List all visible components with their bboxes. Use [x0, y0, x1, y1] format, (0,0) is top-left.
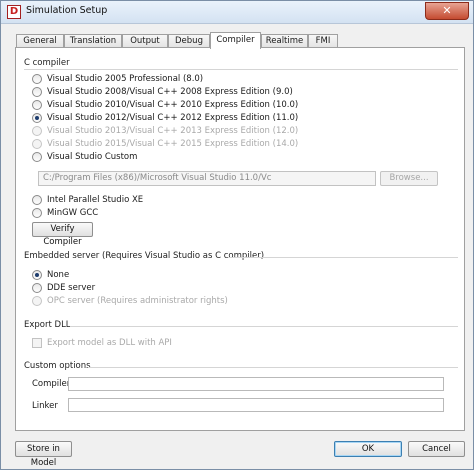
- compiler-tab-panel: C compiler Visual Studio 2005 Profession…: [15, 47, 465, 431]
- radio-label: Visual Studio 2013/Visual C++ 2013 Expre…: [47, 126, 299, 136]
- radio-vs-custom[interactable]: Visual Studio Custom: [32, 151, 137, 163]
- radio-button[interactable]: [32, 283, 42, 293]
- compiler-field-label: Compiler: [32, 379, 71, 389]
- radio-vs2010[interactable]: Visual Studio 2010/Visual C++ 2010 Expre…: [32, 99, 298, 111]
- radio-label: Intel Parallel Studio XE: [47, 195, 144, 205]
- tab-general[interactable]: General: [16, 34, 64, 48]
- linker-options-input[interactable]: [68, 398, 444, 412]
- section-divider: [88, 367, 458, 368]
- radio-dde-server[interactable]: DDE server: [32, 282, 95, 294]
- section-divider: [228, 257, 458, 258]
- dymola-app-icon: D: [7, 5, 21, 19]
- radio-label: Visual Studio Custom: [47, 152, 138, 162]
- radio-server-none[interactable]: None: [32, 269, 69, 281]
- radio-vs2008[interactable]: Visual Studio 2008/Visual C++ 2008 Expre…: [32, 86, 293, 98]
- close-button[interactable]: ✕: [425, 2, 469, 20]
- tab-realtime[interactable]: Realtime: [261, 34, 308, 48]
- radio-label: Visual Studio 2010/Visual C++ 2010 Expre…: [47, 100, 299, 110]
- export-dll-checkbox: [32, 338, 42, 348]
- radio-label: DDE server: [47, 283, 96, 293]
- radio-button[interactable]: [32, 74, 42, 84]
- radio-button[interactable]: [32, 208, 42, 218]
- radio-intel-xe[interactable]: Intel Parallel Studio XE: [32, 194, 143, 206]
- export-dll-checkbox-row: Export model as DLL with API: [32, 338, 172, 348]
- radio-opc-server: OPC server (Requires administrator right…: [32, 295, 228, 307]
- verify-compiler-button[interactable]: Verify Compiler: [32, 222, 93, 247]
- browse-button: Browse...: [380, 171, 438, 186]
- tab-translation[interactable]: Translation: [64, 34, 122, 48]
- radio-button-disabled: [32, 139, 42, 149]
- custom-options-section-title: Custom options: [24, 361, 91, 371]
- radio-vs2012[interactable]: Visual Studio 2012/Visual C++ 2012 Expre…: [32, 112, 298, 124]
- radio-button-disabled: [32, 126, 42, 136]
- section-divider: [70, 326, 458, 327]
- radio-label: Visual Studio 2005 Professional (8.0): [47, 74, 204, 84]
- section-divider: [24, 69, 458, 70]
- radio-label: OPC server (Requires administrator right…: [47, 296, 228, 306]
- ok-button[interactable]: OK: [334, 441, 402, 457]
- cancel-button[interactable]: Cancel: [408, 441, 465, 457]
- embedded-server-section-title: Embedded server (Requires Visual Studio …: [24, 251, 265, 261]
- radio-mingw-gcc[interactable]: MinGW GCC: [32, 207, 98, 219]
- radio-button-selected[interactable]: [32, 270, 42, 280]
- radio-label: MinGW GCC: [47, 208, 99, 218]
- store-in-model-button[interactable]: Store in Model: [15, 441, 72, 468]
- window-title: Simulation Setup: [26, 5, 108, 16]
- tab-output[interactable]: Output: [122, 34, 168, 48]
- export-dll-section-title: Export DLL: [24, 320, 71, 330]
- c-compiler-section-title: C compiler: [24, 58, 70, 68]
- radio-button[interactable]: [32, 152, 42, 162]
- vs-custom-path-input: C:/Program Files (x86)/Microsoft Visual …: [38, 171, 376, 186]
- linker-field-label: Linker: [32, 401, 58, 411]
- radio-label: None: [47, 270, 70, 280]
- close-icon: ✕: [442, 4, 452, 17]
- radio-label: Visual Studio 2008/Visual C++ 2008 Expre…: [47, 87, 293, 97]
- radio-label: Visual Studio 2012/Visual C++ 2012 Expre…: [47, 113, 299, 123]
- radio-vs2015: Visual Studio 2015/Visual C++ 2015 Expre…: [32, 138, 298, 150]
- checkbox-label: Export model as DLL with API: [47, 338, 172, 348]
- radio-button[interactable]: [32, 195, 42, 205]
- radio-button[interactable]: [32, 100, 42, 110]
- tab-fmi[interactable]: FMI: [308, 34, 338, 48]
- compiler-options-input[interactable]: [68, 377, 444, 391]
- title-bar[interactable]: D Simulation Setup ✕: [1, 1, 473, 24]
- radio-button[interactable]: [32, 87, 42, 97]
- radio-button-selected[interactable]: [32, 113, 42, 123]
- simulation-setup-window: D Simulation Setup ✕ General Translation…: [0, 0, 474, 470]
- radio-label: Visual Studio 2015/Visual C++ 2015 Expre…: [47, 139, 299, 149]
- radio-vs2013: Visual Studio 2013/Visual C++ 2013 Expre…: [32, 125, 298, 137]
- tab-debug[interactable]: Debug: [168, 34, 210, 48]
- radio-button-disabled: [32, 296, 42, 306]
- radio-vs2005[interactable]: Visual Studio 2005 Professional (8.0): [32, 73, 203, 85]
- tab-compiler[interactable]: Compiler: [210, 32, 261, 49]
